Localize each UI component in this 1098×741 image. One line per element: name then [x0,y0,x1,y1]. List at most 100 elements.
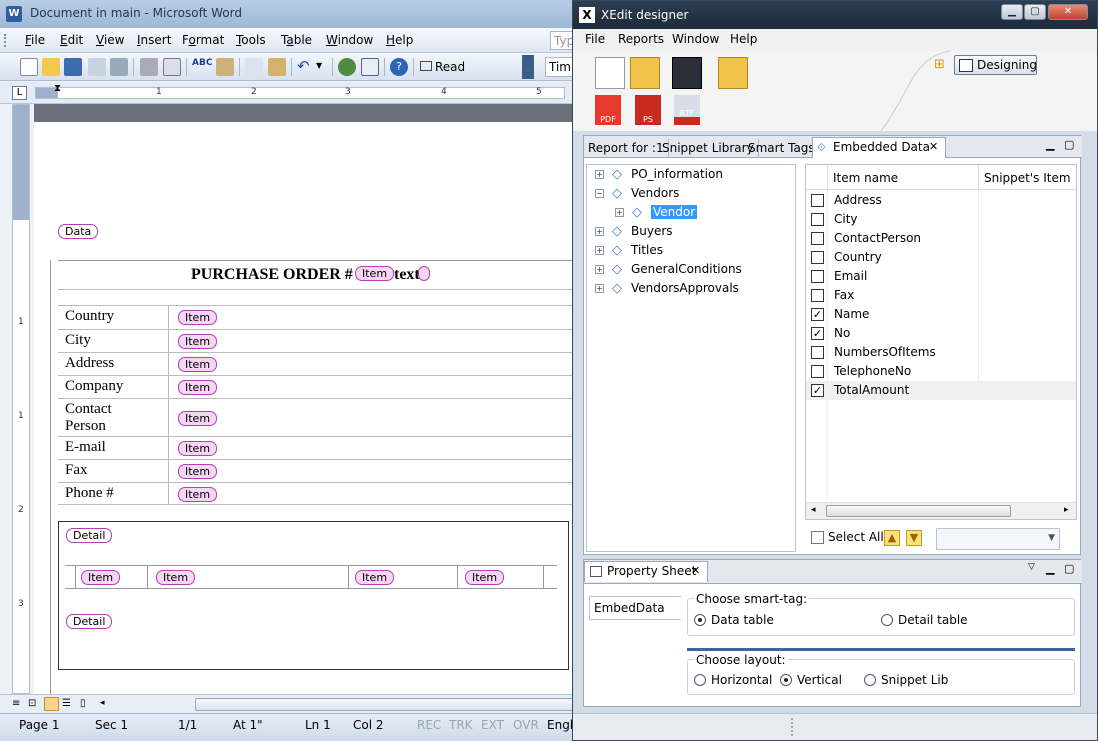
grid-scroll-thumb[interactable] [826,505,1011,517]
insert-table-icon[interactable] [361,58,379,76]
print-preview-icon[interactable] [163,58,181,76]
expand-icon[interactable]: + [595,170,604,179]
row-checkbox[interactable] [811,365,824,378]
expand-icon[interactable]: + [595,227,604,236]
grid-row[interactable]: TelephoneNo [806,362,1076,381]
font-name-box[interactable]: Tim [545,57,575,77]
spelling-icon[interactable]: ABC [192,58,212,76]
panel-minimize-icon[interactable]: ▁ [1046,562,1054,575]
ps-export-icon[interactable]: PS [635,95,661,125]
row-checkbox[interactable] [811,289,824,302]
grid-row[interactable]: Fax [806,286,1076,305]
grid-row[interactable]: ✓ No [806,324,1076,343]
xedit-menu-help[interactable]: Help [730,32,757,46]
row-checkbox[interactable] [811,270,824,283]
item-tag[interactable]: Item [178,487,218,502]
status-ext[interactable]: EXT [481,718,504,732]
close-icon[interactable]: ✕ [1048,4,1088,20]
grid-row[interactable]: Address [806,191,1076,210]
reading-view-icon[interactable]: ▯ [80,698,86,709]
item-tag[interactable]: Item [178,334,218,349]
word-menu-tools[interactable]: Tools [236,33,266,47]
research-icon[interactable] [216,58,234,76]
detail-item-tag[interactable]: Item [156,570,196,585]
item-tag[interactable]: Item [178,411,218,426]
panel-minimize-icon[interactable]: ▁ [1046,138,1054,151]
tab-property-sheet[interactable]: Property Sheet ✕ [584,561,708,582]
normal-view-icon[interactable]: ≡ [12,698,20,709]
web-view-icon[interactable]: ⊡ [28,698,36,709]
grid-row[interactable]: ✓ Name [806,305,1076,324]
panel-maximize-icon[interactable]: ▢ [1064,138,1074,151]
grid-row[interactable]: Email [806,267,1076,286]
word-menu-view[interactable]: View [96,33,124,47]
save-report-icon[interactable] [672,57,702,89]
undo-icon[interactable]: ↶ [297,58,315,76]
item-tag[interactable]: Item [178,310,218,325]
item-tag[interactable]: Item [178,380,218,395]
detail-open-tag[interactable]: Detail [66,528,113,543]
detail-item-tag[interactable]: Item [355,570,395,585]
document-area[interactable]: Data PURCHASE ORDER # Item text Country … [34,104,575,694]
expand-icon[interactable]: + [615,208,624,217]
tab-close-icon[interactable]: ✕ [691,564,700,577]
minimize-icon[interactable]: ▁ [1001,4,1023,20]
tab-smart-tags[interactable]: Smart Tags [744,139,820,158]
save-icon[interactable] [64,58,82,76]
item-tag[interactable]: Item [178,441,218,456]
open-report-icon[interactable] [630,57,660,89]
row-checkbox[interactable] [811,251,824,264]
hyperlink-icon[interactable] [338,58,356,76]
scroll-left-icon[interactable]: ◂ [811,505,816,515]
xedit-title-bar[interactable]: X XEdit designer ▁ ▢ ✕ [573,1,1097,29]
perspective-icon[interactable]: ⊞ [934,57,945,72]
select-all-checkbox[interactable] [811,531,824,544]
text-tag-end[interactable] [418,266,430,281]
xedit-menu-window[interactable]: Window [672,32,719,46]
row-checkbox[interactable] [811,213,824,226]
column-snippet-item[interactable]: Snippet's Item [984,171,1071,185]
word-menu-edit[interactable]: Edit [60,33,83,47]
panel-maximize-icon[interactable]: ▢ [1064,562,1074,575]
item-tag[interactable]: Item [178,464,218,479]
status-rec[interactable]: REC [417,718,441,732]
grid-row[interactable]: Country [806,248,1076,267]
scroll-right-icon[interactable]: ▸ [1064,505,1069,515]
detail-item-tag[interactable]: Item [465,570,505,585]
row-checkbox[interactable] [811,346,824,359]
collapse-icon[interactable]: − [595,189,604,198]
word-menu-insert[interactable]: Insert [137,33,171,47]
tab-report[interactable]: Report for :1 [584,139,669,158]
outline-view-icon[interactable]: ☰ [62,698,71,709]
expand-icon[interactable]: + [595,284,604,293]
row-checkbox[interactable] [811,232,824,245]
row-checkbox-checked[interactable]: ✓ [811,384,824,397]
email-icon[interactable] [110,58,128,76]
xedit-menu-file[interactable]: File [585,32,605,46]
designing-perspective-button[interactable]: Designing [954,55,1037,75]
row-checkbox-checked[interactable]: ✓ [811,308,824,321]
xedit-menu-reports[interactable]: Reports [618,32,664,46]
paste-icon[interactable] [268,58,286,76]
document-page[interactable]: Data PURCHASE ORDER # Item text Country … [34,122,575,694]
toolbar-options-icon[interactable] [522,55,534,79]
status-ovr[interactable]: OVR [513,718,539,732]
rtf-export-icon[interactable]: RTF [674,95,700,125]
scroll-thumb[interactable] [195,698,575,711]
reading-layout-button[interactable]: Read [420,60,465,74]
maximize-icon[interactable]: ▢ [1024,4,1046,20]
move-up-icon[interactable]: ▲ [884,530,900,546]
tab-selector-icon[interactable]: L [12,86,27,100]
move-down-icon[interactable]: ▼ [906,530,922,546]
grid-row[interactable]: City [806,210,1076,229]
snippet-combo[interactable]: ▼ [936,528,1060,550]
print-layout-icon[interactable] [44,697,59,711]
word-menu-table[interactable]: Table [281,33,312,47]
status-trk[interactable]: TRK [449,718,473,732]
item-tag[interactable]: Item [178,357,218,372]
row-checkbox-checked[interactable]: ✓ [811,327,824,340]
word-horizontal-scrollbar[interactable]: ≡ ⊡ ☰ ▯ ◂ [0,694,575,713]
po-number-tag[interactable]: Item [355,266,395,281]
import-xml-icon[interactable] [718,57,748,89]
new-document-icon[interactable] [20,58,38,76]
